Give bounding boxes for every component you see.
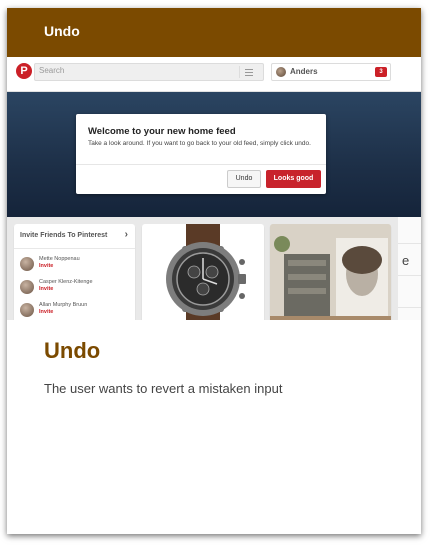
notification-badge[interactable]: 3 (375, 67, 387, 77)
divider (398, 307, 421, 308)
divider (398, 243, 421, 244)
dialog-body: Take a look around. If you want to go ba… (88, 140, 311, 147)
friend-name: Casper Klenz-Kitenge (39, 279, 93, 285)
divider (398, 275, 421, 276)
avatar (20, 257, 34, 271)
invite-link[interactable]: Invite (39, 286, 53, 292)
room-image (270, 224, 391, 320)
avatar (276, 67, 286, 77)
list-item: Allan Murphy Bruun Invite (20, 301, 130, 319)
pin-room-image[interactable] (270, 224, 391, 320)
invite-link[interactable]: Invite (39, 263, 53, 269)
card-description: The user wants to revert a mistaken inpu… (44, 381, 283, 396)
user-menu[interactable]: Anders 3 (271, 63, 391, 81)
pinterest-logo-icon[interactable]: P (16, 63, 32, 79)
card-header-title: Undo (44, 23, 80, 39)
friend-name: Allan Murphy Bruun (39, 302, 88, 308)
undo-button[interactable]: Undo (227, 170, 261, 188)
menu-icon[interactable] (239, 66, 260, 78)
side-text-fragment: e (402, 253, 410, 268)
dialog-divider (76, 164, 326, 165)
invite-link[interactable]: Invite (39, 309, 53, 315)
looks-good-button[interactable]: Looks good (266, 170, 321, 188)
undo-pattern-card: Undo P Search Anders 3 Welcome to your n… (7, 8, 421, 534)
pin-watch-image[interactable] (142, 224, 264, 320)
welcome-dialog: Welcome to your new home feed Take a loo… (76, 114, 326, 194)
card-header: Undo (7, 8, 421, 57)
card-title: Undo (44, 338, 101, 363)
user-name: Anders (290, 67, 318, 76)
search-input[interactable]: Search (34, 63, 264, 81)
invite-title[interactable]: Invite Friends To Pinterest (20, 232, 107, 239)
list-item: Casper Klenz-Kitenge Invite (20, 278, 130, 296)
dialog-title: Welcome to your new home feed (88, 126, 236, 137)
friend-name: Mette Noppenau (39, 256, 80, 262)
search-placeholder: Search (39, 66, 65, 75)
avatar (20, 303, 34, 317)
list-item: Mette Noppenau Invite (20, 255, 130, 273)
pin-grid: Invite Friends To Pinterest › Mette Nopp… (7, 217, 421, 320)
side-panel (398, 217, 421, 320)
avatar (20, 280, 34, 294)
invite-friends-panel: Invite Friends To Pinterest › Mette Nopp… (14, 224, 135, 320)
divider (14, 248, 135, 249)
watch-image (166, 224, 246, 320)
hero-banner: Welcome to your new home feed Take a loo… (7, 92, 421, 217)
screenshot-example: P Search Anders 3 Welcome to your new ho… (7, 57, 421, 320)
chevron-right-icon[interactable]: › (125, 229, 128, 240)
pinterest-topbar: P Search Anders 3 (7, 57, 421, 92)
